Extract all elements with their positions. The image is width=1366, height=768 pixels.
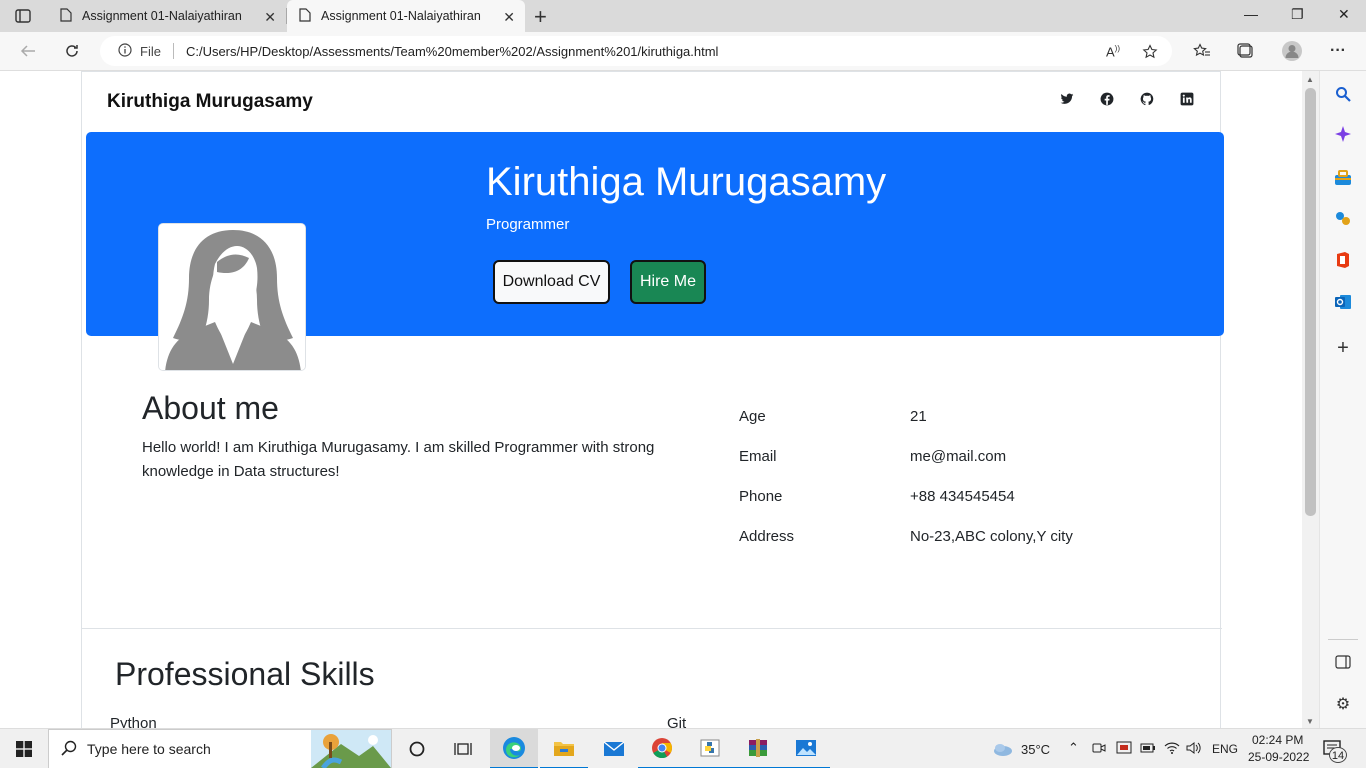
- close-window-icon[interactable]: ✕: [1338, 6, 1350, 23]
- about-text: Hello world! I am Kiruthiga Murugasamy. …: [142, 439, 655, 480]
- page-icon: [299, 7, 311, 25]
- edge-sidebar: + ⚙: [1319, 71, 1366, 728]
- section-divider: [82, 628, 1222, 629]
- refresh-icon[interactable]: [60, 40, 84, 62]
- notification-count-badge: 14: [1329, 747, 1347, 763]
- taskbar-search-box[interactable]: Type here to search: [48, 729, 392, 768]
- new-tab-icon[interactable]: +: [534, 4, 547, 30]
- sidebar-divider: [1328, 639, 1358, 640]
- site-info[interactable]: File: [118, 42, 161, 60]
- mail-icon[interactable]: [590, 729, 638, 768]
- winrar-icon[interactable]: [734, 729, 782, 768]
- tab-title: Assignment 01-Nalaiyathiran: [82, 9, 242, 23]
- scroll-up-arrow-icon[interactable]: ▲: [1306, 75, 1314, 84]
- info-value: me@mail.com: [910, 448, 1007, 465]
- github-icon[interactable]: [1140, 92, 1156, 108]
- scroll-down-arrow-icon[interactable]: ▼: [1306, 717, 1314, 726]
- shopping-icon[interactable]: [1334, 169, 1352, 187]
- tab-actions-icon[interactable]: [10, 5, 36, 27]
- profile-card: Kiruthiga Murugasamy Kiruthiga Murugasam…: [81, 71, 1224, 728]
- restore-icon[interactable]: ❐: [1291, 6, 1304, 23]
- browser-toolbar: File C:/Users/HP/Desktop/Assessments/Tea…: [0, 32, 1366, 71]
- python-icon[interactable]: [686, 729, 734, 768]
- tab-strip: Assignment 01-Nalaiyathiran ✕ Assignment…: [0, 0, 1366, 32]
- weather-icon[interactable]: [988, 729, 1018, 768]
- info-label: Age: [739, 408, 766, 425]
- browser-tab-2[interactable]: Assignment 01-Nalaiyathiran ✕: [287, 0, 525, 32]
- page-icon: [60, 7, 72, 25]
- about-title: About me: [142, 390, 279, 426]
- url-text[interactable]: C:/Users/HP/Desktop/Assessments/Team%20m…: [186, 44, 719, 59]
- settings-gear-icon[interactable]: ⚙: [1334, 695, 1352, 713]
- minimize-icon[interactable]: —: [1244, 6, 1258, 22]
- volume-icon[interactable]: [1186, 741, 1202, 758]
- more-options-icon[interactable]: ···: [1326, 40, 1350, 62]
- brand-name[interactable]: Kiruthiga Murugasamy: [107, 91, 313, 113]
- info-value: +88 434545454: [910, 488, 1015, 505]
- vertical-scrollbar[interactable]: ▲ ▼: [1302, 71, 1319, 728]
- close-tab-icon[interactable]: ✕: [264, 9, 276, 26]
- skills-title: Professional Skills: [115, 656, 375, 692]
- collections-icon[interactable]: [1234, 40, 1258, 62]
- add-favorite-icon[interactable]: [1142, 44, 1158, 63]
- info-label: Address: [739, 528, 795, 545]
- profile-avatar[interactable]: [1280, 40, 1304, 62]
- info-value: 21: [910, 408, 927, 425]
- battery-icon[interactable]: [1140, 742, 1156, 757]
- twitter-icon[interactable]: [1060, 92, 1076, 108]
- windows-start-icon[interactable]: [0, 729, 48, 768]
- hero-role: Programmer: [486, 216, 570, 233]
- show-hidden-icons-chevron-icon[interactable]: ⌃: [1068, 740, 1079, 756]
- photos-icon[interactable]: [782, 729, 830, 768]
- search-icon[interactable]: [1334, 85, 1352, 103]
- chrome-icon[interactable]: [638, 729, 686, 768]
- file-label: File: [140, 43, 161, 59]
- sparkle-icon[interactable]: [1334, 125, 1352, 143]
- hero-name: Kiruthiga Murugasamy: [486, 160, 887, 204]
- address-bar[interactable]: File C:/Users/HP/Desktop/Assessments/Tea…: [100, 36, 1172, 66]
- clock-time[interactable]: 02:24 PM: [1252, 733, 1303, 747]
- favorites-icon[interactable]: [1190, 40, 1214, 62]
- browser-tab-1[interactable]: Assignment 01-Nalaiyathiran ✕: [48, 0, 286, 32]
- search-placeholder: Type here to search: [87, 741, 211, 757]
- info-value: No-23,ABC colony,Y city: [910, 528, 1073, 545]
- file-explorer-icon[interactable]: [540, 729, 588, 768]
- back-icon[interactable]: [16, 40, 40, 62]
- wifi-icon[interactable]: [1164, 741, 1180, 758]
- meet-now-icon[interactable]: [1092, 741, 1106, 758]
- search-highlight-image: [311, 730, 391, 768]
- cortana-icon[interactable]: [398, 729, 436, 768]
- url-divider: [172, 43, 174, 59]
- profile-avatar-image: [158, 223, 306, 371]
- info-icon: [118, 42, 132, 60]
- skill-label-python: Python: [110, 715, 157, 728]
- linkedin-icon[interactable]: [1180, 92, 1196, 108]
- info-label: Phone: [739, 488, 783, 505]
- page-viewport: Kiruthiga Murugasamy Kiruthiga Murugasam…: [0, 71, 1302, 728]
- add-icon[interactable]: +: [1334, 337, 1352, 359]
- outlook-icon[interactable]: [1334, 293, 1352, 311]
- skill-label-git: Git: [667, 715, 687, 728]
- scroll-thumb[interactable]: [1305, 88, 1316, 516]
- language-indicator[interactable]: ENG: [1212, 742, 1238, 756]
- read-aloud-icon[interactable]: A)): [1106, 44, 1120, 59]
- hire-me-button[interactable]: Hire Me: [630, 260, 706, 304]
- download-cv-button[interactable]: Download CV: [493, 260, 610, 304]
- info-label: Email: [739, 448, 777, 465]
- temperature[interactable]: 35°C: [1021, 742, 1050, 757]
- office-icon[interactable]: [1334, 251, 1352, 269]
- task-view-icon[interactable]: [444, 729, 482, 768]
- close-tab-icon[interactable]: ✕: [503, 9, 515, 26]
- search-icon: [61, 740, 77, 759]
- edge-taskbar-icon[interactable]: [490, 729, 538, 768]
- windows-taskbar: Type here to search 35°C ⌃ ENG 02:24 PM …: [0, 728, 1366, 768]
- hide-sidebar-icon[interactable]: [1334, 653, 1352, 671]
- tab-title: Assignment 01-Nalaiyathiran: [321, 9, 481, 23]
- facebook-icon[interactable]: [1100, 92, 1116, 108]
- tools-icon[interactable]: [1334, 209, 1352, 227]
- network-activity-icon[interactable]: [1116, 741, 1132, 758]
- clock-date[interactable]: 25-09-2022: [1248, 750, 1309, 764]
